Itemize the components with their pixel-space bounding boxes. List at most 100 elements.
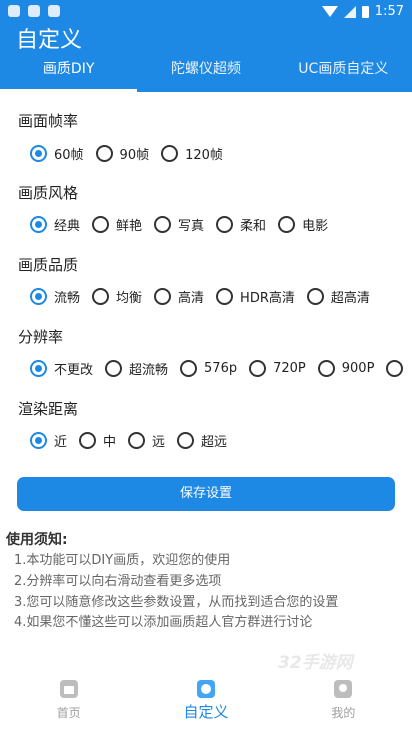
notice-line: 2.分辨率可以向右滑动查看更多选项 — [14, 574, 222, 589]
notification-icons — [8, 5, 60, 17]
option-label: 均衡 — [116, 291, 143, 306]
radio-unchecked-icon — [386, 360, 404, 377]
radio-unchecked-icon — [154, 288, 172, 305]
radio-option[interactable]: 电影 — [278, 215, 328, 234]
nav-custom[interactable]: 自定义 — [137, 670, 274, 732]
bottom-nav: 首页 自定义 我的 — [0, 670, 412, 732]
section-title-style: 画质风格 — [18, 184, 79, 202]
style-options: 经典 鲜艳 写真 柔和 电影 — [30, 215, 340, 234]
option-label: 流畅 — [54, 291, 81, 306]
section-title-quality: 画质品质 — [18, 256, 79, 274]
notice-line: 3.您可以随意修改这些参数设置，从而找到适合您的设置 — [14, 595, 339, 610]
radio-option[interactable]: 高清 — [154, 287, 204, 306]
nav-home[interactable]: 首页 — [0, 670, 137, 732]
option-label: 高清 — [178, 291, 205, 306]
signal-icon — [343, 5, 356, 18]
nav-label: 首页 — [56, 706, 81, 720]
radio-unchecked-icon — [317, 360, 335, 377]
radio-option[interactable]: 鲜艳 — [92, 215, 142, 234]
radio-option[interactable]: HDR高清 — [216, 287, 295, 306]
radio-checked-icon — [30, 288, 47, 305]
tab-quality-diy[interactable]: 画质DIY — [0, 50, 137, 92]
radio-unchecked-icon — [216, 288, 234, 305]
radio-option[interactable]: 不更改 — [30, 359, 93, 378]
radio-option[interactable]: 720P — [249, 360, 306, 377]
tab-gyro-overclock[interactable]: 陀螺仪超频 — [137, 50, 274, 92]
option-label: 经典 — [54, 219, 81, 234]
status-time: 1:57 — [374, 4, 404, 19]
option-label: 远 — [152, 435, 166, 450]
radio-unchecked-icon — [92, 288, 110, 305]
section-title-render-distance: 渲染距离 — [18, 400, 79, 418]
tab-indicator — [0, 89, 137, 92]
radio-unchecked-icon — [180, 360, 198, 377]
resolution-options[interactable]: 不更改 超流畅 576p 720P 900P — [30, 359, 412, 378]
nav-label: 我的 — [331, 706, 356, 720]
option-label: 电影 — [302, 219, 329, 234]
radio-option[interactable]: 中 — [79, 431, 116, 450]
radio-option[interactable]: 60帧 — [30, 144, 84, 163]
radio-option[interactable]: 576p — [180, 360, 237, 377]
radio-unchecked-icon — [161, 145, 179, 162]
radio-checked-icon — [30, 360, 47, 377]
radio-option[interactable]: 900P — [317, 360, 375, 377]
status-bar: 1:57 — [0, 0, 412, 24]
shield-icon — [8, 5, 20, 17]
option-label: 不更改 — [54, 363, 94, 378]
option-label: 超远 — [201, 435, 228, 450]
section-title-framerate: 画面帧率 — [18, 112, 79, 130]
notice-title: 使用须知: — [6, 532, 68, 548]
option-label: 近 — [54, 435, 68, 450]
radio-option[interactable]: 均衡 — [92, 287, 142, 306]
home-icon — [59, 680, 78, 698]
option-label: 90帧 — [119, 148, 150, 163]
save-settings-button[interactable]: 保存设置 — [17, 477, 395, 511]
option-label: 柔和 — [240, 219, 267, 234]
radio-checked-icon — [30, 432, 47, 449]
option-label: 720P — [273, 361, 306, 376]
tab-bar: 画质DIY 陀螺仪超频 UC画质自定义 — [0, 50, 412, 92]
radio-checked-icon — [30, 216, 47, 233]
radio-option[interactable]: 经典 — [30, 215, 80, 234]
notice-line: 4.如果您不懂这些可以添加画质超人官方群进行讨论 — [14, 615, 313, 630]
radio-checked-icon — [30, 145, 47, 162]
radio-unchecked-icon — [92, 216, 110, 233]
radio-option[interactable]: 90帧 — [95, 144, 150, 163]
section-title-resolution: 分辨率 — [18, 328, 64, 346]
radio-option[interactable]: 柔和 — [216, 215, 266, 234]
radio-unchecked-icon — [79, 432, 97, 449]
option-label: 900P — [341, 361, 375, 376]
option-label: 120帧 — [185, 148, 223, 163]
system-icons: 1:57 — [321, 4, 404, 19]
quality-options: 流畅 均衡 高清 HDR高清 超高清 — [30, 287, 382, 306]
radio-option[interactable]: 120帧 — [161, 144, 223, 163]
wifi-icon — [321, 6, 338, 17]
radio-option[interactable]: 写真 — [154, 215, 204, 234]
profile-icon — [334, 680, 353, 698]
radio-option[interactable] — [386, 360, 410, 377]
radio-option[interactable]: 超远 — [177, 431, 227, 450]
framerate-options: 60帧 90帧 120帧 — [30, 144, 235, 163]
custom-icon — [196, 680, 215, 698]
tab-uc-quality[interactable]: UC画质自定义 — [275, 50, 412, 92]
font-icon — [48, 5, 60, 17]
nav-label: 自定义 — [183, 703, 229, 721]
notice-line: 1.本功能可以DIY画质，欢迎您的使用 — [14, 553, 231, 568]
radio-option[interactable]: 超高清 — [306, 287, 370, 306]
radio-unchecked-icon — [154, 216, 172, 233]
radio-unchecked-icon — [216, 216, 234, 233]
radio-unchecked-icon — [306, 288, 324, 305]
option-label: 60帧 — [54, 148, 84, 163]
radio-option[interactable]: 流畅 — [30, 287, 80, 306]
radio-unchecked-icon — [105, 360, 123, 377]
option-label: 超高清 — [330, 291, 370, 306]
nav-profile[interactable]: 我的 — [275, 670, 412, 732]
option-label: HDR高清 — [240, 291, 295, 306]
shield-icon — [28, 5, 40, 17]
radio-option[interactable]: 近 — [30, 431, 67, 450]
radio-option[interactable]: 远 — [128, 431, 165, 450]
option-label: 超流畅 — [129, 363, 169, 378]
radio-unchecked-icon — [278, 216, 296, 233]
radio-option[interactable]: 超流畅 — [105, 359, 168, 378]
battery-icon — [361, 5, 369, 18]
